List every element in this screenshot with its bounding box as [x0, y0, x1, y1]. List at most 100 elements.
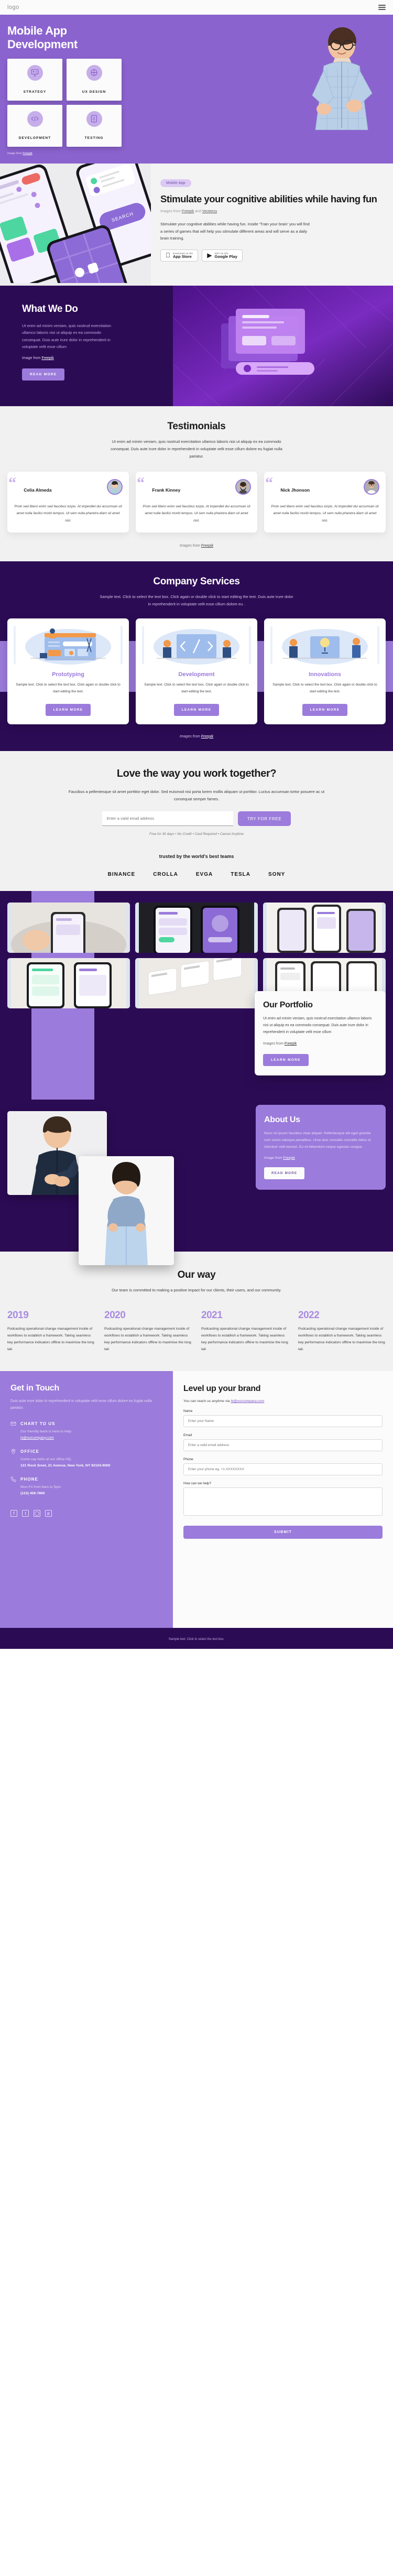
freepik-link[interactable]: Freepik: [283, 1156, 295, 1160]
facebook-icon[interactable]: f: [10, 1509, 17, 1517]
service-title: Innovations: [309, 671, 341, 678]
freepik-link[interactable]: Freepik: [285, 1042, 297, 1046]
testimonial-card: “ Celia Almeda Proin sed libero enim sed…: [7, 471, 129, 533]
field-label: Phone: [183, 1458, 193, 1462]
contact-block-header: OFFICE: [10, 1449, 162, 1454]
message-textarea[interactable]: [183, 1487, 383, 1516]
email-input[interactable]: [102, 811, 233, 827]
cta-section: Love the way you work together? Faucibus…: [0, 751, 393, 892]
hero-person-illustration: [283, 22, 393, 130]
contact-office-address: 121 Rock Sreet, 21 Avenue, New York, NY …: [20, 1463, 111, 1468]
field-label: Name: [183, 1409, 193, 1414]
testimonial-name: Frank Kinney: [152, 487, 181, 493]
service-learn-more-button[interactable]: LEARN MORE: [302, 703, 348, 716]
freepik-link[interactable]: Freepik: [201, 735, 213, 738]
cta-lead: Faucibus a pellentesque sit amet porttit…: [68, 789, 325, 801]
about-section: About Us Nunc mi ipsum faucibus vitae al…: [0, 1100, 393, 1266]
contact-phone-number: (123) 456-7890: [20, 1491, 45, 1495]
contact-block-phone: PHONE Mon-Fri from 8am to 5pm. (123) 456…: [10, 1476, 162, 1495]
logo-binance: BINANCE: [107, 872, 136, 878]
hero-card-testing[interactable]: TESTING: [67, 104, 122, 147]
freepik-link[interactable]: Freepik: [201, 544, 213, 548]
gallery-thumb[interactable]: [7, 958, 130, 1009]
contact-email-link[interactable]: hi@ourcompany.com: [20, 1436, 162, 1440]
hero-card-label: UX DESIGN: [82, 90, 106, 94]
service-learn-more-button[interactable]: LEARN MORE: [173, 703, 220, 716]
mail-icon: [10, 1421, 16, 1426]
contact-block-sub: Mon-Fri from 8am to 5pm.: [20, 1485, 62, 1489]
hero-card-ux-design[interactable]: UX DESIGN: [67, 58, 122, 101]
timeline-item-2019: 2019 Podcasting operational change manag…: [7, 1310, 95, 1353]
cta-title: Love the way you work together?: [116, 767, 277, 779]
about-credit: Image from Freepik: [264, 1156, 295, 1160]
site-logo[interactable]: logo: [7, 4, 19, 10]
hamburger-menu-icon[interactable]: [378, 5, 386, 10]
freepik-link[interactable]: Freepik: [41, 356, 53, 360]
contact-block-header: PHONE: [10, 1476, 162, 1482]
contact-block-header: CHART TO US: [10, 1421, 162, 1427]
vecteezy-link[interactable]: Vecteezy: [202, 210, 217, 213]
timeline-body: Podcasting operational change management…: [298, 1327, 385, 1352]
gallery-thumb[interactable]: [135, 903, 258, 953]
google-play-button[interactable]: ▶ GET IN ON Google Play: [202, 249, 243, 262]
phone-mockup-images: SEARCH: [0, 163, 151, 286]
what-we-do-illustration: [172, 285, 393, 406]
phone-input[interactable]: [183, 1463, 383, 1476]
field-label: Email: [183, 1433, 192, 1438]
our-way-lead: Our team is committed to making a positi…: [112, 1288, 281, 1293]
mobile-app-copy: Mobile App Stimulate your cognitive abil…: [151, 164, 393, 286]
what-we-do-title: What We Do: [22, 303, 78, 314]
our-way-title: Our way: [177, 1269, 216, 1281]
contact-block-label: OFFICE: [20, 1449, 39, 1454]
hero-card-development[interactable]: DEVELOPMENT: [7, 104, 62, 147]
avatar: [364, 479, 379, 495]
gallery-thumb[interactable]: [263, 903, 386, 953]
footer-section: Get in Touch Duis aute irure dolor in re…: [0, 1371, 393, 1628]
company-services-title: Company Services: [153, 576, 240, 588]
what-we-do-read-more-button[interactable]: READ MORE: [22, 368, 65, 381]
field-label: How can we help?: [183, 1482, 212, 1486]
portfolio-card: Our Portfolio Ut enim ad minim veniam, q…: [255, 991, 386, 1076]
apple-icon: : [166, 252, 170, 258]
what-we-do-section: What We Do Ut enim ad minim veniam, quis…: [0, 285, 393, 406]
twitter-icon[interactable]: t: [22, 1509, 29, 1517]
pinterest-icon[interactable]: p: [45, 1509, 52, 1517]
testimonials-lead: Ut enim ad minim veniam, quis nostrud ex…: [111, 439, 282, 459]
ux-design-icon: [86, 64, 102, 81]
email-input[interactable]: [183, 1439, 383, 1452]
name-input[interactable]: [183, 1415, 383, 1428]
service-learn-more-button[interactable]: LEARN MORE: [45, 703, 91, 716]
testimonial-name-wrap: “ Celia Almeda: [8, 475, 51, 495]
contact-form-lead: You can reach us anytime via hi@ourcompa…: [183, 1399, 265, 1404]
hero-card-strategy[interactable]: STRATEGY: [7, 58, 62, 101]
contact-title: Get in Touch: [10, 1383, 59, 1393]
contact-form-email-link[interactable]: hi@ourcompany.com: [231, 1399, 264, 1403]
portfolio-title: Our Portfolio: [263, 1001, 313, 1010]
mobile-app-section: SEARCH Mobile App Stimulate your cogniti…: [0, 163, 393, 286]
gallery-thumb[interactable]: [135, 958, 258, 1009]
trusted-heading: trusted by the world's best teams: [159, 854, 234, 860]
cta-signup-form: TRY FOR FREE: [7, 811, 386, 827]
gallery-thumb[interactable]: [7, 903, 130, 953]
hero-card-label: TESTING: [84, 136, 104, 140]
contact-block-label: PHONE: [20, 1476, 38, 1482]
service-body: Sample text. Click to select the text bo…: [16, 683, 121, 693]
freepik-link[interactable]: Freepik: [23, 152, 32, 155]
freepik-link[interactable]: Freepik: [182, 210, 194, 213]
timeline-list: 2019 Podcasting operational change manag…: [7, 1310, 386, 1353]
app-store-button[interactable]:  Download on the App Store: [160, 249, 199, 262]
submit-button[interactable]: SUBMIT: [183, 1526, 383, 1539]
testimonial-header: “ Frank Kinney: [137, 475, 251, 495]
instagram-icon[interactable]: ◯: [34, 1509, 40, 1517]
hero-image-credit: Image from Freepik: [7, 151, 32, 155]
hero-title: Mobile App Development: [7, 24, 78, 51]
try-for-free-button[interactable]: TRY FOR FREE: [237, 811, 291, 827]
map-pin-icon: [11, 1449, 16, 1454]
about-title: About Us: [264, 1115, 300, 1125]
about-read-more-button[interactable]: READ MORE: [264, 1167, 305, 1179]
contact-block-sub: Come say hello at our office HQ.: [20, 1457, 72, 1461]
portfolio-learn-more-button[interactable]: LEARN MORE: [263, 1054, 309, 1067]
field-email: Email: [183, 1433, 383, 1452]
prototyping-illustration: [14, 626, 123, 665]
phone-icon: [10, 1476, 16, 1482]
